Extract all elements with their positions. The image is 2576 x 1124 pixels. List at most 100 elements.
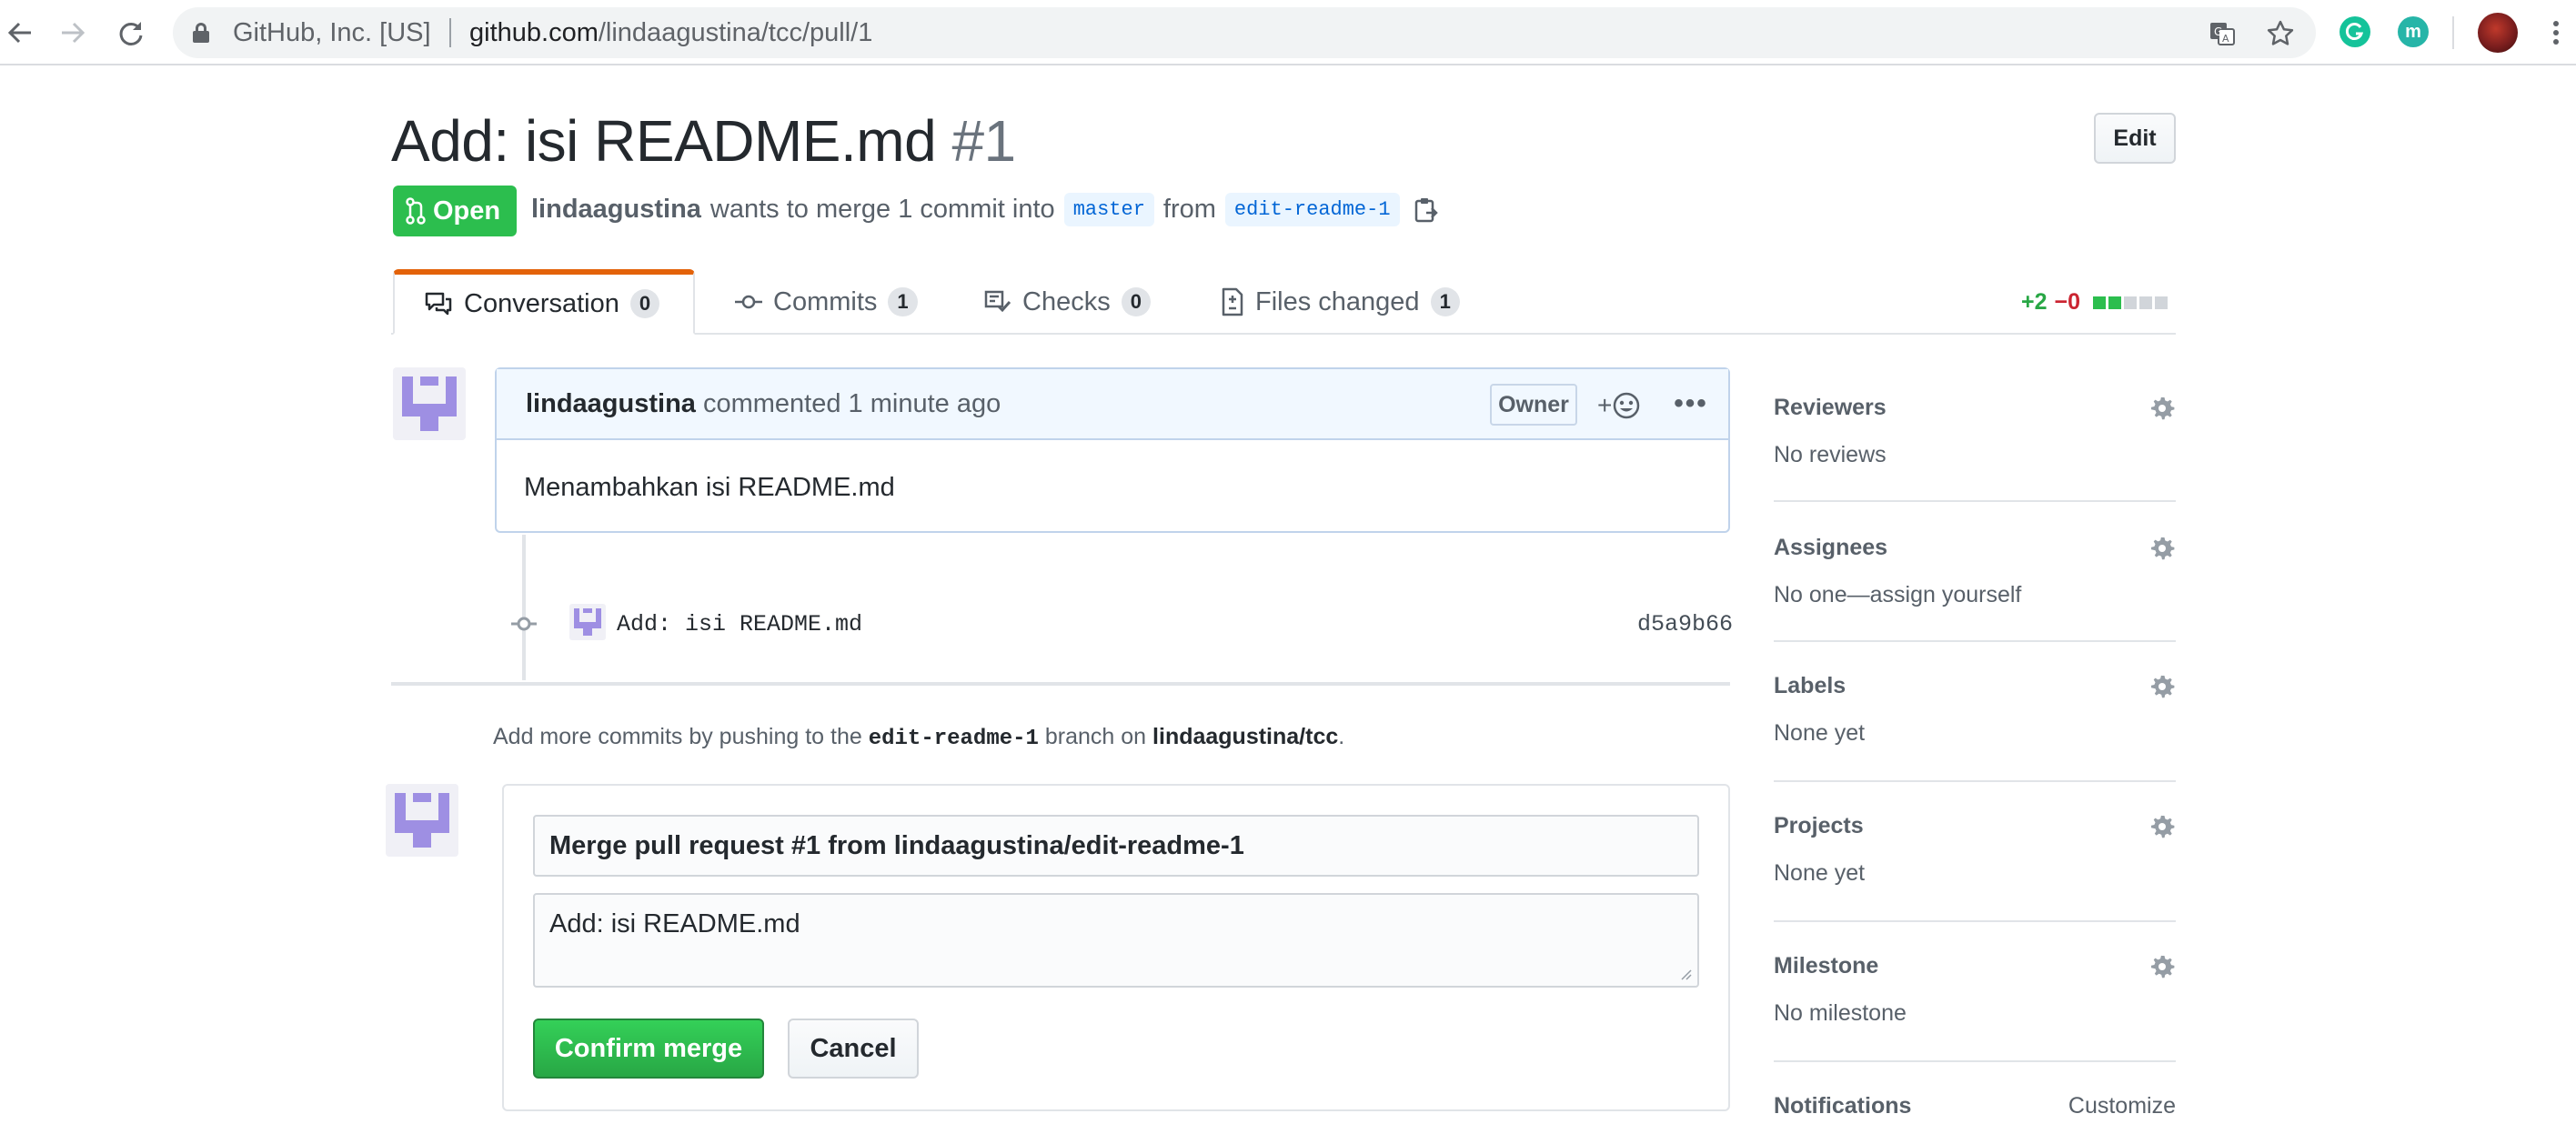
url-text[interactable]: github.com/lindaagustina/tcc/pull/1	[469, 18, 872, 48]
avatar[interactable]	[569, 604, 606, 640]
comment-header: lindaagustina commented 1 minute ago Own…	[497, 369, 1728, 440]
comment-author-link[interactable]: lindaagustina	[526, 389, 696, 418]
merge-title-input[interactable]: Merge pull request #1 from lindaagustina…	[533, 815, 1699, 877]
sidebar-heading[interactable]: Milestone	[1774, 953, 1878, 979]
tab-counter: 0	[629, 289, 660, 318]
diffstat: +2 −0	[2021, 289, 2168, 316]
menu-icon[interactable]	[2536, 13, 2576, 53]
owner-label: Owner	[1490, 384, 1577, 426]
push-info-branch: edit-readme-1	[868, 727, 1039, 751]
sidebar-divider	[1774, 780, 2176, 782]
sidebar-heading[interactable]: Projects	[1774, 813, 1864, 839]
add-reaction-button[interactable]: +	[1597, 386, 1654, 426]
gear-icon[interactable]	[2148, 953, 2176, 980]
url-host: github.com	[469, 18, 599, 47]
svg-text:A: A	[2222, 33, 2229, 45]
address-bar[interactable]: GitHub, Inc. [US] github.com/lindaagusti…	[173, 7, 2316, 58]
sidebar-assignees: Assignees No one—assign yourself	[1774, 535, 2176, 607]
translate-icon[interactable]: GA	[2207, 18, 2238, 49]
assign-yourself-link[interactable]: No one—assign yourself	[1774, 582, 2021, 608]
reaction-plus: +	[1597, 391, 1613, 419]
forward-icon[interactable]	[53, 13, 93, 53]
sidebar-heading[interactable]: Reviewers	[1774, 395, 1887, 421]
avatar[interactable]	[393, 367, 466, 440]
tab-files-changed[interactable]: Files changed 1	[1221, 269, 1460, 335]
back-icon[interactable]	[0, 13, 40, 53]
push-info-middle: branch on	[1044, 724, 1147, 749]
sidebar-reviewers: Reviewers No reviews	[1774, 395, 2176, 467]
avatar[interactable]	[386, 784, 458, 857]
sidebar-labels: Labels None yet	[1774, 673, 2176, 746]
base-branch[interactable]: master	[1063, 193, 1154, 226]
merge-message-text: Add: isi README.md	[549, 909, 800, 938]
tab-label: Files changed	[1255, 286, 1420, 316]
tab-counter: 0	[1121, 287, 1151, 316]
status-badge: Open	[393, 186, 517, 236]
browser-toolbar: GitHub, Inc. [US] github.com/lindaagusti…	[0, 0, 2576, 65]
url-separator	[449, 18, 451, 47]
diffstat-block	[2124, 296, 2138, 309]
comment-timestamp[interactable]: commented 1 minute ago	[703, 389, 1001, 418]
profile-avatar[interactable]	[2478, 13, 2518, 53]
diffstat-block	[2108, 296, 2122, 309]
tab-label: Conversation	[464, 288, 619, 318]
head-branch[interactable]: edit-readme-1	[1224, 193, 1400, 226]
diffstat-block	[2155, 296, 2168, 309]
gear-icon[interactable]	[2148, 813, 2176, 840]
push-info: Add more commits by pushing to the edit-…	[493, 724, 1344, 751]
diffstat-blocks	[2093, 296, 2168, 309]
diffstat-block	[2093, 296, 2107, 309]
pr-author-link[interactable]: lindaagustina	[531, 195, 701, 225]
timeline-end	[391, 682, 1730, 686]
tab-conversation[interactable]: Conversation 0	[393, 269, 695, 335]
reload-icon[interactable]	[111, 13, 151, 53]
tab-counter: 1	[888, 287, 918, 316]
page-title: Add: isi README.md #1	[391, 107, 1016, 175]
commit-message-link[interactable]: Add: isi README.md	[617, 611, 862, 637]
diffstat-additions: +2	[2021, 289, 2048, 315]
sidebar-heading[interactable]: Assignees	[1774, 535, 1887, 561]
tab-checks[interactable]: Checks 0	[984, 269, 1151, 335]
lock-icon	[193, 23, 209, 43]
grammarly-icon[interactable]	[2340, 16, 2370, 47]
cancel-button[interactable]: Cancel	[788, 1019, 919, 1079]
timeline-line	[522, 535, 526, 680]
sidebar-divider	[1774, 500, 2176, 502]
sidebar-value: No milestone	[1774, 1000, 1907, 1026]
git-commit-icon	[511, 617, 537, 631]
merge-message-textarea[interactable]: Add: isi README.md	[533, 893, 1699, 988]
pr-meta-text: wants to merge 1 commit into	[709, 195, 1055, 224]
clipboard-icon[interactable]	[1414, 196, 1438, 224]
toolbar-divider	[2452, 16, 2454, 49]
gear-icon[interactable]	[2148, 673, 2176, 700]
confirm-merge-button[interactable]: Confirm merge	[533, 1019, 764, 1079]
sidebar-heading[interactable]: Labels	[1774, 673, 1846, 699]
star-icon[interactable]	[2265, 18, 2296, 49]
tab-commits[interactable]: Commits 1	[735, 269, 918, 335]
push-info-repo: lindaagustina/tcc	[1152, 724, 1339, 749]
url-path: /lindaagustina/tcc/pull/1	[598, 18, 873, 47]
diffstat-deletions: −0	[2054, 289, 2081, 315]
sidebar-heading: Notifications	[1774, 1093, 1912, 1119]
sidebar-projects: Projects None yet	[1774, 813, 2176, 886]
svg-text:G: G	[2214, 25, 2222, 38]
pr-title-text: Add: isi README.md	[391, 108, 937, 174]
edit-button[interactable]: Edit	[2094, 113, 2176, 164]
gear-icon[interactable]	[2148, 535, 2176, 562]
comment: lindaagustina commented 1 minute ago Own…	[495, 367, 1730, 533]
checklist-icon	[984, 290, 1011, 313]
pr-meta: lindaagustina wants to merge 1 commit in…	[531, 193, 1438, 226]
sidebar-milestone: Milestone No milestone	[1774, 953, 2176, 1026]
commit-sha-link[interactable]: d5a9b66	[1637, 611, 1733, 637]
kebab-horizontal-icon[interactable]: •••	[1666, 382, 1716, 426]
gear-icon[interactable]	[2148, 395, 2176, 422]
customize-link[interactable]: Customize	[2068, 1093, 2176, 1119]
smiley-icon	[1614, 392, 1640, 419]
extension-icon[interactable]: m	[2398, 16, 2429, 47]
sidebar-value: None yet	[1774, 860, 1866, 886]
site-identity[interactable]: GitHub, Inc. [US]	[233, 18, 431, 48]
diffstat-block	[2139, 296, 2153, 309]
sidebar-notifications: Notifications Customize	[1774, 1093, 2176, 1124]
tab-counter: 1	[1430, 287, 1460, 316]
resize-grip-icon[interactable]	[1679, 968, 1692, 980]
